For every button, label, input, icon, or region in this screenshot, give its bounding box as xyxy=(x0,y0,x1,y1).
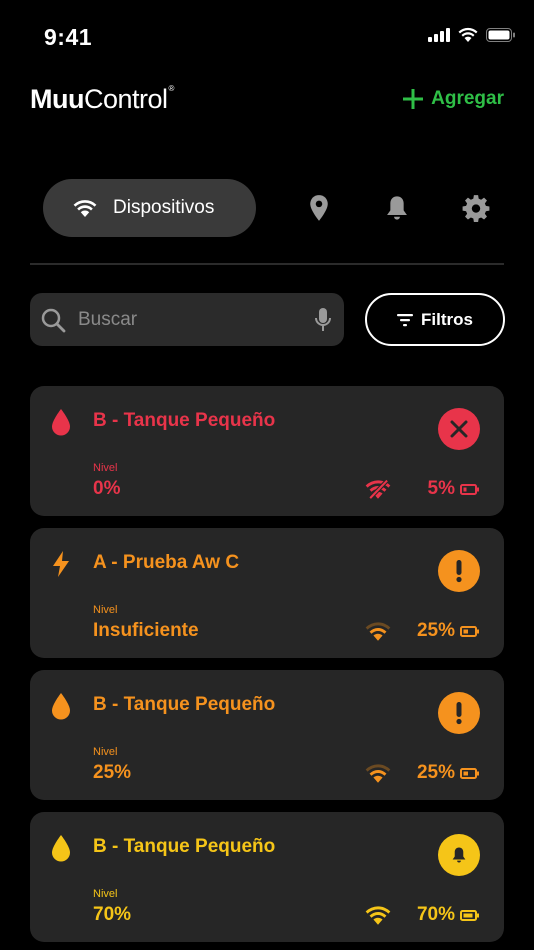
device-card[interactable]: A - Prueba Aw C Nivel Insuficiente 25% xyxy=(30,528,504,658)
warning-icon xyxy=(456,702,462,725)
level-label: Nivel xyxy=(93,888,118,900)
status-icons xyxy=(428,27,516,42)
device-card[interactable]: B - Tanque Pequeño Nivel 70% 70% xyxy=(30,812,504,942)
tab-dispositivos-label: Dispositivos xyxy=(113,197,215,218)
top-nav: Dispositivos xyxy=(0,178,534,238)
add-device-label: Agregar xyxy=(431,88,504,109)
drop-icon xyxy=(52,693,70,720)
drop-icon xyxy=(52,409,70,436)
cellular-signal-icon xyxy=(428,27,450,42)
add-device-button[interactable]: Agregar xyxy=(403,88,504,110)
level-value: 25% xyxy=(93,762,132,783)
search-icon xyxy=(41,308,66,332)
device-card[interactable]: B - Tanque Pequeño Nivel 25% 25% xyxy=(30,670,504,800)
battery-status-icon xyxy=(486,27,515,42)
filter-icon xyxy=(397,313,414,326)
app-header: MuuControl® Agregar xyxy=(0,80,534,126)
status-time: 9:41 xyxy=(44,24,93,50)
status-badge xyxy=(438,692,480,734)
battery-level: 25% xyxy=(417,620,480,642)
battery-level: 5% xyxy=(428,478,480,500)
battery-value: 25% xyxy=(416,620,455,641)
device-title: A - Prueba Aw C xyxy=(93,552,240,573)
close-icon xyxy=(450,420,468,438)
wifi-off-icon xyxy=(365,479,391,499)
status-badge xyxy=(438,550,480,592)
app-logo: MuuControl® xyxy=(30,84,174,114)
device-title: B - Tanque Pequeño xyxy=(93,694,276,715)
wifi-icon xyxy=(365,764,391,783)
filter-label: Filtros xyxy=(421,309,473,329)
microphone-icon[interactable] xyxy=(314,307,332,333)
battery-icon xyxy=(460,625,479,637)
search-input[interactable]: Buscar xyxy=(78,309,314,331)
drop-icon xyxy=(52,835,70,862)
bell-icon[interactable] xyxy=(383,194,411,222)
location-pin-icon[interactable] xyxy=(305,194,333,222)
wifi-status-icon xyxy=(458,27,478,42)
battery-value: 5% xyxy=(427,478,455,499)
level-value: Insuficiente xyxy=(93,620,199,641)
status-badge xyxy=(438,408,480,450)
plus-icon xyxy=(403,89,424,109)
gear-icon[interactable] xyxy=(462,194,490,222)
divider xyxy=(30,263,504,265)
battery-level: 70% xyxy=(417,904,480,926)
bell-icon xyxy=(452,847,466,863)
battery-icon xyxy=(460,483,479,495)
device-title: B - Tanque Pequeño xyxy=(93,836,276,857)
bolt-icon xyxy=(53,551,69,577)
level-value: 0% xyxy=(93,478,121,499)
filter-button[interactable]: Filtros xyxy=(365,293,505,346)
warning-icon xyxy=(456,560,462,583)
wifi-icon xyxy=(365,906,391,925)
level-label: Nivel xyxy=(93,462,118,474)
level-label: Nivel xyxy=(93,746,118,758)
wifi-icon xyxy=(73,200,97,217)
device-title: B - Tanque Pequeño xyxy=(93,410,276,431)
tab-dispositivos[interactable]: Dispositivos xyxy=(43,179,256,237)
battery-level: 25% xyxy=(417,762,480,784)
level-label: Nivel xyxy=(93,604,118,616)
search-bar[interactable]: Buscar xyxy=(30,293,344,346)
battery-icon xyxy=(460,767,479,779)
status-bar: 9:41 xyxy=(0,0,534,70)
battery-icon xyxy=(460,909,479,921)
wifi-icon xyxy=(365,622,391,641)
battery-value: 25% xyxy=(416,762,455,783)
level-value: 70% xyxy=(93,904,132,925)
battery-value: 70% xyxy=(416,904,455,925)
device-card[interactable]: B - Tanque Pequeño Nivel 0% 5% xyxy=(30,386,504,516)
status-badge xyxy=(438,834,480,876)
